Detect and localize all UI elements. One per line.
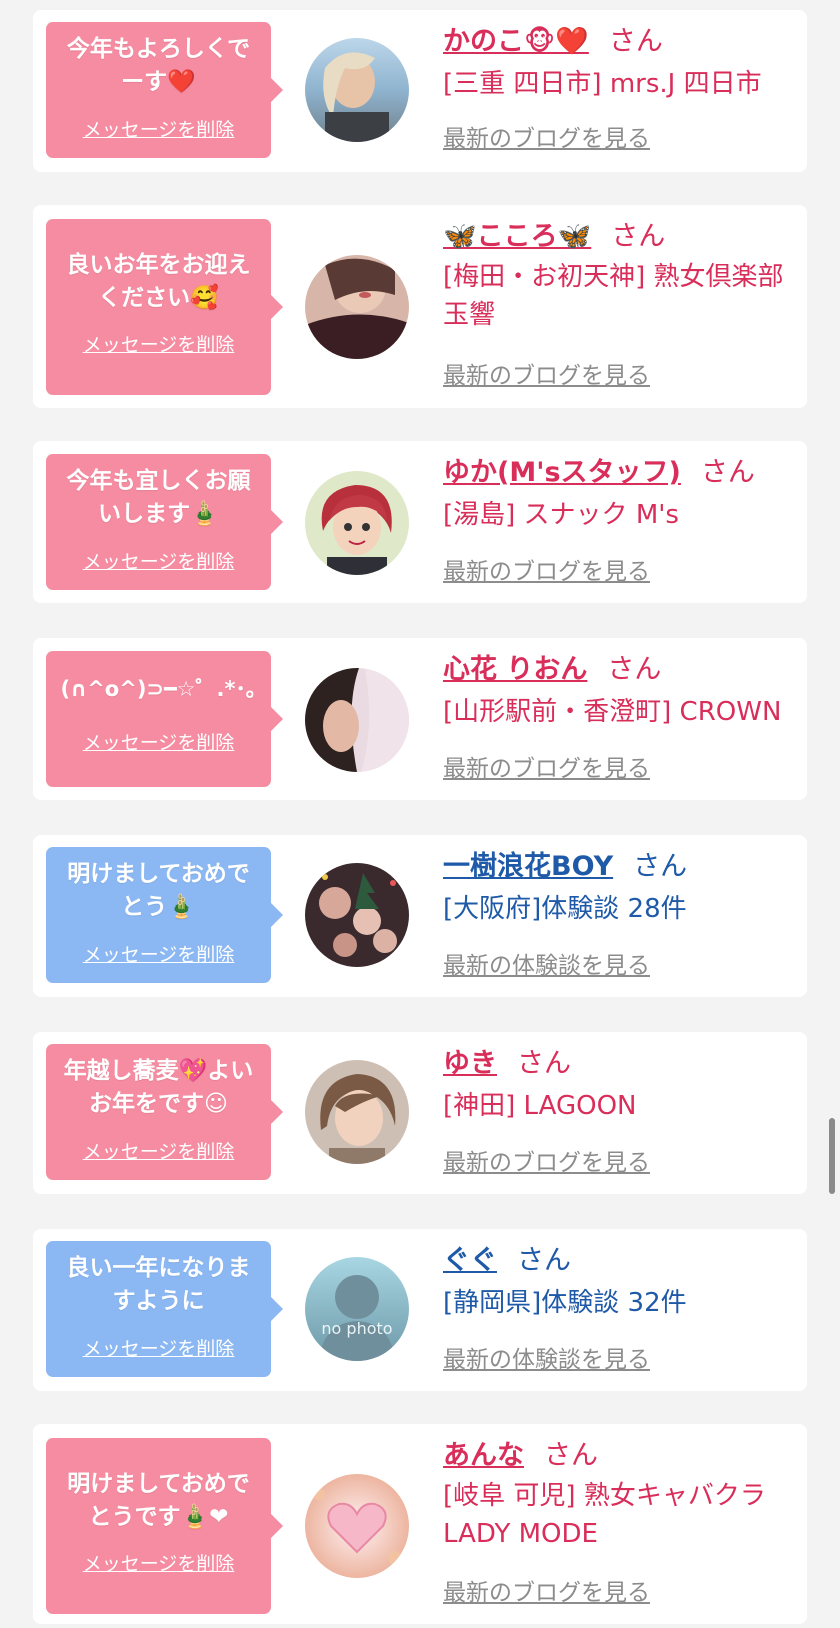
- shop-info: [岐阜 可児] 熟女キャバクラ LADY MODE: [443, 1481, 766, 1549]
- delete-message-link[interactable]: メッセージを削除: [46, 731, 271, 755]
- message-text: 年越し蕎麦💖よいお年をです☺: [63, 1058, 254, 1117]
- user-name-link[interactable]: 心花 りおん: [443, 654, 587, 685]
- message-card: 今年も宜しくお願いします🎍 メッセージを削除 ゆか(M'sスタッフ) さん [湯島…: [33, 441, 807, 603]
- no-photo-label: no photo: [321, 1319, 393, 1338]
- user-info: ゆか(M'sスタッフ) さん [湯島] スナック M's: [443, 455, 797, 534]
- delete-message-link[interactable]: メッセージを削除: [46, 1140, 271, 1164]
- delete-message-link[interactable]: メッセージを削除: [46, 1552, 271, 1576]
- honorific: さん: [607, 654, 662, 685]
- honorific: さん: [633, 851, 688, 882]
- delete-message-link[interactable]: メッセージを削除: [46, 333, 271, 357]
- message-bubble: 明けましておめでとう🎍 メッセージを削除: [46, 847, 283, 983]
- shop-info: [神田] LAGOON: [443, 1091, 637, 1121]
- user-name-link[interactable]: ぐぐ: [443, 1245, 497, 1276]
- message-text: 明けましておめでとう🎍: [67, 861, 250, 920]
- latest-blog-link[interactable]: 最新のブログを見る: [443, 1579, 650, 1607]
- message-text: (∩^o^)⊃━☆゜.*･｡: [60, 676, 257, 701]
- user-info: かのこ🐵❤️ さん [三重 四日市] mrs.J 四日市: [443, 24, 797, 103]
- avatar[interactable]: no photo: [305, 1257, 409, 1361]
- user-name-link[interactable]: あんな: [443, 1440, 524, 1471]
- avatar[interactable]: [305, 38, 409, 142]
- honorific: さん: [608, 26, 663, 57]
- message-card: 明けましておめでとうです🎍❤ メッセージを削除 あんな さん [岐阜 可児] 熟女…: [33, 1424, 807, 1624]
- message-text: 今年もよろしくでーす❤️: [66, 36, 251, 95]
- delete-message-link[interactable]: メッセージを削除: [46, 118, 271, 142]
- honorific: さん: [544, 1440, 598, 1471]
- message-text: 良い一年になりますように: [66, 1255, 251, 1314]
- delete-message-link[interactable]: メッセージを削除: [46, 550, 271, 574]
- honorific: さん: [517, 1245, 571, 1276]
- honorific: さん: [611, 221, 666, 252]
- delete-message-link[interactable]: メッセージを削除: [46, 943, 271, 967]
- latest-blog-link[interactable]: 最新のブログを見る: [443, 1149, 650, 1177]
- user-info: ゆき さん [神田] LAGOON: [443, 1046, 797, 1125]
- shop-info: [大阪府]体験談 28件: [443, 894, 687, 924]
- user-info: 心花 りおん さん [山形駅前・香澄町] CROWN: [443, 652, 797, 731]
- latest-blog-link[interactable]: 最新のブログを見る: [443, 558, 650, 586]
- latest-blog-link[interactable]: 最新のブログを見る: [443, 125, 650, 153]
- message-card: 良い一年になりますように メッセージを削除 no photo ぐぐ さん [静岡県…: [33, 1229, 807, 1391]
- shop-info: [湯島] スナック M's: [443, 500, 679, 530]
- user-info: ぐぐ さん [静岡県]体験談 32件: [443, 1243, 797, 1322]
- message-bubble: 今年もよろしくでーす❤️ メッセージを削除: [46, 22, 283, 158]
- user-name-link[interactable]: ゆき: [443, 1048, 497, 1079]
- latest-blog-link[interactable]: 最新のブログを見る: [443, 362, 650, 390]
- shop-info: [梅田・お初天神] 熟女倶楽部 玉響: [443, 262, 784, 330]
- shop-info: [三重 四日市] mrs.J 四日市: [443, 69, 762, 99]
- message-text: 明けましておめでとうです🎍❤: [67, 1471, 250, 1530]
- user-name-link[interactable]: ゆか(M'sスタッフ): [443, 457, 681, 488]
- message-bubble: 良いお年をお迎えください🥰 メッセージを削除: [46, 219, 283, 395]
- avatar[interactable]: [305, 255, 409, 359]
- user-info: あんな さん [岐阜 可児] 熟女キャバクラ LADY MODE: [443, 1438, 797, 1553]
- message-text: 良いお年をお迎えください🥰: [66, 252, 251, 311]
- user-info: 一樹浪花BOY さん [大阪府]体験談 28件: [443, 849, 797, 928]
- avatar[interactable]: [305, 1474, 409, 1578]
- scrollbar[interactable]: [829, 1118, 835, 1194]
- message-card: (∩^o^)⊃━☆゜.*･｡ メッセージを削除 心花 りおん さん [山形駅前・香…: [33, 638, 807, 800]
- shop-info: [静岡県]体験談 32件: [443, 1288, 687, 1318]
- avatar[interactable]: [305, 1060, 409, 1164]
- message-card: 年越し蕎麦💖よいお年をです☺ メッセージを削除 ゆき さん [神田] LAGOON…: [33, 1032, 807, 1194]
- honorific: さん: [700, 457, 755, 488]
- message-card: 明けましておめでとう🎍 メッセージを削除 一樹浪花BOY さん [大阪府]体験談 …: [33, 835, 807, 997]
- latest-review-link[interactable]: 最新の体験談を見る: [443, 1346, 650, 1374]
- user-name-link[interactable]: かのこ🐵❤️: [443, 26, 589, 57]
- avatar[interactable]: [305, 668, 409, 772]
- delete-message-link[interactable]: メッセージを削除: [46, 1337, 271, 1361]
- honorific: さん: [517, 1048, 571, 1079]
- message-bubble: (∩^o^)⊃━☆゜.*･｡ メッセージを削除: [46, 651, 283, 787]
- message-bubble: 明けましておめでとうです🎍❤ メッセージを削除: [46, 1438, 283, 1614]
- latest-review-link[interactable]: 最新の体験談を見る: [443, 952, 650, 980]
- message-card: 今年もよろしくでーす❤️ メッセージを削除 かのこ🐵❤️ さん [三重 四日市] …: [33, 10, 807, 172]
- message-bubble: 今年も宜しくお願いします🎍 メッセージを削除: [46, 454, 283, 590]
- message-card: 良いお年をお迎えください🥰 メッセージを削除 🦋こころ🦋 さん [梅田・お初天神]…: [33, 205, 807, 408]
- message-bubble: 年越し蕎麦💖よいお年をです☺ メッセージを削除: [46, 1044, 283, 1180]
- avatar[interactable]: [305, 863, 409, 967]
- latest-blog-link[interactable]: 最新のブログを見る: [443, 755, 650, 783]
- user-info: 🦋こころ🦋 さん [梅田・お初天神] 熟女倶楽部 玉響: [443, 219, 797, 334]
- message-text: 今年も宜しくお願いします🎍: [66, 468, 251, 527]
- user-name-link[interactable]: 一樹浪花BOY: [443, 851, 613, 882]
- message-bubble: 良い一年になりますように メッセージを削除: [46, 1241, 283, 1377]
- user-name-link[interactable]: 🦋こころ🦋: [443, 221, 591, 252]
- shop-info: [山形駅前・香澄町] CROWN: [443, 697, 782, 727]
- avatar[interactable]: [305, 471, 409, 575]
